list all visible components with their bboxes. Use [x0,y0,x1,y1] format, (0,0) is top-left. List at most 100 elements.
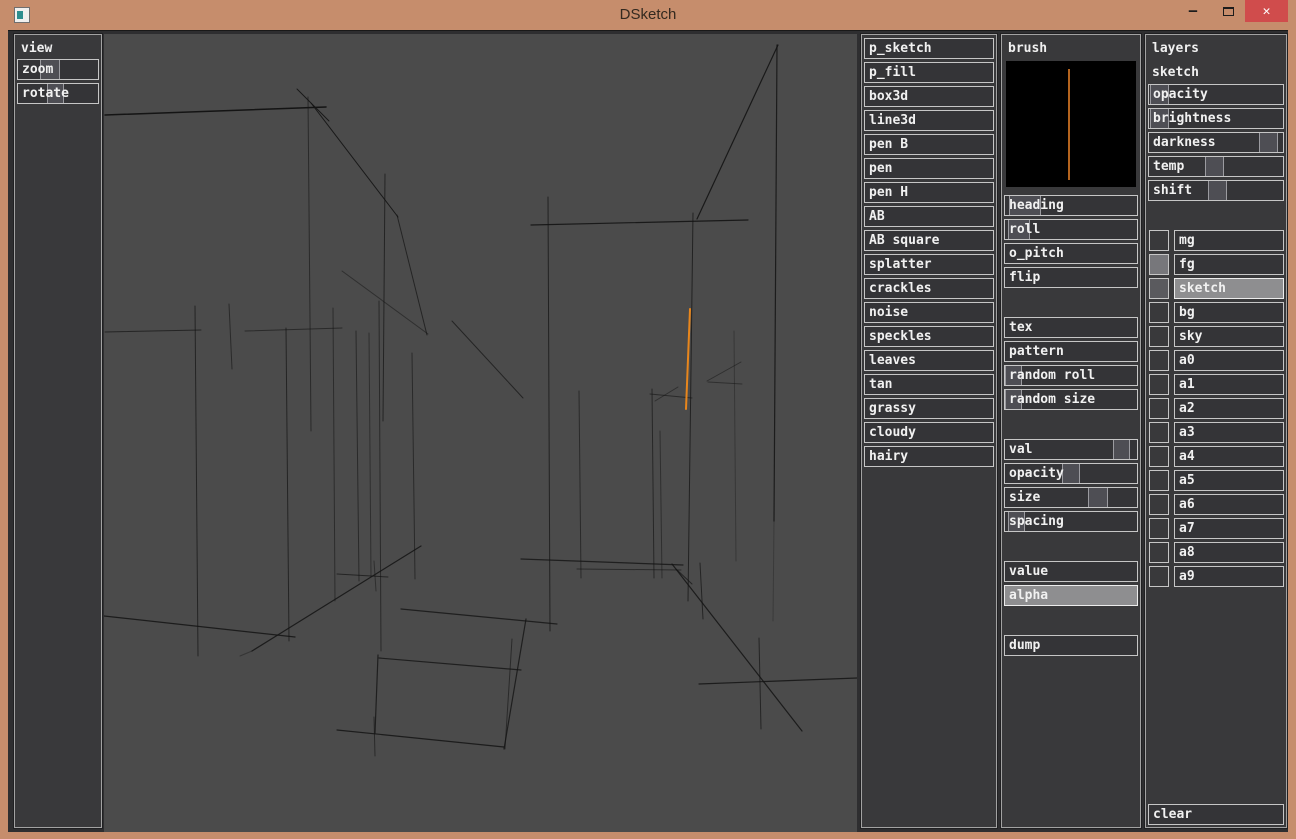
tool-button-tan[interactable]: tan [864,374,994,395]
button-label: spacing [1009,515,1064,528]
tool-button-speckles[interactable]: speckles [864,326,994,347]
layer-button-a8[interactable]: a8 [1174,542,1284,563]
maximize-button[interactable] [1212,0,1244,22]
layer-slider-darkness[interactable]: darkness [1148,132,1284,153]
layer-slider-shift[interactable]: shift [1148,180,1284,201]
slider-handle[interactable] [1208,181,1227,200]
slider-handle[interactable] [1062,464,1080,483]
layer-button-a6[interactable]: a6 [1174,494,1284,515]
tool-button-cloudy[interactable]: cloudy [864,422,994,443]
layer-visibility-checkbox-a1[interactable] [1149,374,1169,395]
layer-button-a9[interactable]: a9 [1174,566,1284,587]
slider-handle[interactable] [1259,133,1278,152]
layer-button-a0[interactable]: a0 [1174,350,1284,371]
layer-visibility-checkbox-mg[interactable] [1149,230,1169,251]
brush-control-dump[interactable]: dump [1004,635,1138,656]
tool-button-AB-square[interactable]: AB square [864,230,994,251]
tool-button-p_sketch[interactable]: p_sketch [864,38,994,59]
brush-control-random-size[interactable]: random size [1004,389,1138,410]
button-label: a0 [1179,354,1195,367]
layer-button-sketch[interactable]: sketch [1174,278,1284,299]
tool-button-AB[interactable]: AB [864,206,994,227]
button-label: tex [1009,321,1032,334]
brush-control-alpha[interactable]: alpha [1004,585,1138,606]
layer-visibility-checkbox-a5[interactable] [1149,470,1169,491]
sketch-stroke [452,321,523,398]
layer-button-sky[interactable]: sky [1174,326,1284,347]
brush-control-spacing[interactable]: spacing [1004,511,1138,532]
brush-control-size[interactable]: size [1004,487,1138,508]
tool-button-grassy[interactable]: grassy [864,398,994,419]
tool-button-line3d[interactable]: line3d [864,110,994,131]
layer-button-a2[interactable]: a2 [1174,398,1284,419]
layer-visibility-checkbox-a7[interactable] [1149,518,1169,539]
layer-visibility-checkbox-bg[interactable] [1149,302,1169,323]
layer-visibility-checkbox-a6[interactable] [1149,494,1169,515]
tool-button-p_fill[interactable]: p_fill [864,62,994,83]
button-label: cloudy [869,426,916,439]
brush-control-val[interactable]: val [1004,439,1138,460]
brush-control-tex[interactable]: tex [1004,317,1138,338]
close-button[interactable]: ✕ [1245,0,1288,22]
layer-visibility-checkbox-fg[interactable] [1149,254,1169,275]
layer-slider-opacity[interactable]: opacity [1148,84,1284,105]
layer-button-a3[interactable]: a3 [1174,422,1284,443]
minimize-button[interactable]: – [1178,0,1208,22]
brush-control-o_pitch[interactable]: o_pitch [1004,243,1138,264]
button-label: rotate [22,87,69,100]
view-slider-zoom[interactable]: zoom [17,59,99,80]
button-label: crackles [869,282,932,295]
layer-row-mg: mg [1149,230,1284,251]
layer-row-sketch: sketch [1149,278,1284,299]
sketch-stroke [672,564,802,731]
tool-button-leaves[interactable]: leaves [864,350,994,371]
clear-button[interactable]: clear [1148,804,1284,825]
brush-preview-stroke [1068,69,1070,180]
slider-handle[interactable] [1205,157,1224,176]
layer-button-bg[interactable]: bg [1174,302,1284,323]
layer-visibility-checkbox-a3[interactable] [1149,422,1169,443]
layer-slider-brightness[interactable]: brightness [1148,108,1284,129]
tool-button-box3d[interactable]: box3d [864,86,994,107]
brush-control-roll[interactable]: roll [1004,219,1138,240]
brush-control-random-roll[interactable]: random roll [1004,365,1138,386]
layer-visibility-checkbox-a0[interactable] [1149,350,1169,371]
sketch-stroke [531,220,748,225]
layer-row-bg: bg [1149,302,1284,323]
tool-button-crackles[interactable]: crackles [864,278,994,299]
slider-handle[interactable] [1113,440,1130,459]
layer-visibility-checkbox-sketch[interactable] [1149,278,1169,299]
brush-control-value[interactable]: value [1004,561,1138,582]
layer-visibility-checkbox-sky[interactable] [1149,326,1169,347]
button-label: sky [1179,330,1202,343]
layer-button-fg[interactable]: fg [1174,254,1284,275]
layer-visibility-checkbox-a8[interactable] [1149,542,1169,563]
layer-visibility-checkbox-a9[interactable] [1149,566,1169,587]
tool-button-pen[interactable]: pen [864,158,994,179]
slider-handle[interactable] [1088,488,1108,507]
tool-button-noise[interactable]: noise [864,302,994,323]
layer-button-a5[interactable]: a5 [1174,470,1284,491]
layer-button-a1[interactable]: a1 [1174,374,1284,395]
brush-control-heading[interactable]: heading [1004,195,1138,216]
view-slider-rotate[interactable]: rotate [17,83,99,104]
layer-button-a7[interactable]: a7 [1174,518,1284,539]
layer-button-mg[interactable]: mg [1174,230,1284,251]
layer-button-a4[interactable]: a4 [1174,446,1284,467]
sketch-drawing [104,34,857,832]
brush-panel-title: brush [1002,35,1140,59]
brush-control-flip[interactable]: flip [1004,267,1138,288]
layer-visibility-checkbox-a4[interactable] [1149,446,1169,467]
tool-button-hairy[interactable]: hairy [864,446,994,467]
tool-button-pen-B[interactable]: pen B [864,134,994,155]
tool-button-pen-H[interactable]: pen H [864,182,994,203]
button-label: opacity [1009,467,1064,480]
layer-slider-temp[interactable]: temp [1148,156,1284,177]
brush-control-opacity[interactable]: opacity [1004,463,1138,484]
layer-row-fg: fg [1149,254,1284,275]
brush-control-pattern[interactable]: pattern [1004,341,1138,362]
layer-visibility-checkbox-a2[interactable] [1149,398,1169,419]
tool-button-splatter[interactable]: splatter [864,254,994,275]
drawing-canvas[interactable] [104,34,857,832]
sketch-stroke [333,308,335,601]
